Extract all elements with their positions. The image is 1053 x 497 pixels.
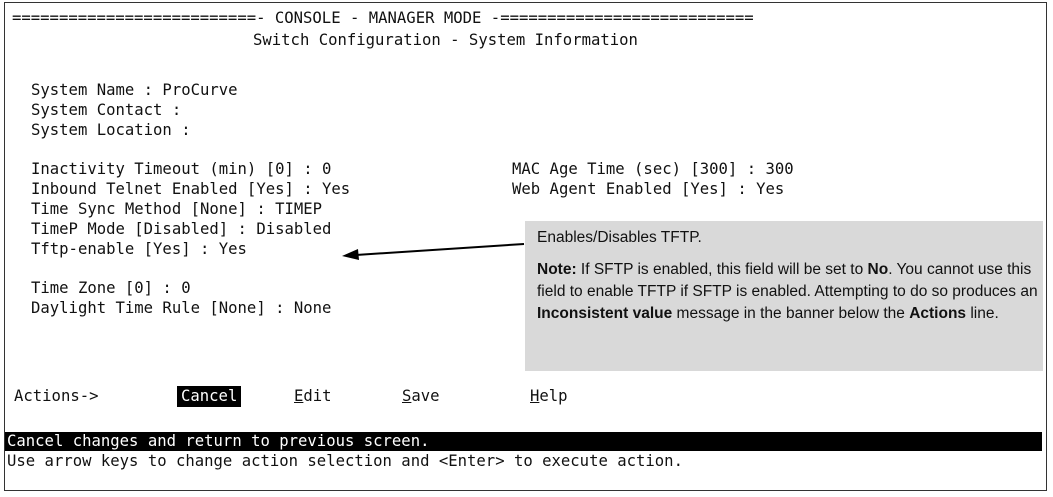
daylight-rule-field[interactable]: Daylight Time Rule [None] : None [31,298,331,319]
tftp-callout: Enables/Disables TFTP. Note: If SFTP is … [525,221,1043,371]
help-button[interactable]: Help [530,386,568,407]
tftp-enable-field[interactable]: Tftp-enable [Yes] : Yes [31,239,247,260]
inactivity-timeout-field[interactable]: Inactivity Timeout (min) [0] : 0 [31,159,331,180]
system-name-field[interactable]: System Name : ProCurve [31,80,238,101]
edit-button[interactable]: Edit [294,386,332,407]
time-zone-field[interactable]: Time Zone [0] : 0 [31,278,191,299]
callout-note: Note: If SFTP is enabled, this field wil… [537,261,1038,322]
action-help-line: Cancel changes and return to previous sc… [5,432,1042,451]
actions-label: Actions-> [14,387,99,405]
console-banner: ==========================- CONSOLE - MA… [12,9,754,27]
time-sync-field[interactable]: Time Sync Method [None] : TIMEP [31,199,322,220]
mac-age-field[interactable]: MAC Age Time (sec) [300] : 300 [512,159,794,180]
inbound-telnet-field[interactable]: Inbound Telnet Enabled [Yes] : Yes [31,179,350,200]
system-location-field[interactable]: System Location : [31,120,191,141]
screen-title: Switch Configuration - System Informatio… [253,31,638,49]
system-contact-field[interactable]: System Contact : [31,100,181,121]
timep-mode-field[interactable]: TimeP Mode [Disabled] : Disabled [31,219,331,240]
callout-arrow-icon [342,243,525,260]
callout-heading: Enables/Disables TFTP. [537,229,702,246]
web-agent-field[interactable]: Web Agent Enabled [Yes] : Yes [512,179,784,200]
navigation-hint: Use arrow keys to change action selectio… [7,452,683,470]
save-button[interactable]: Save [402,386,440,407]
cancel-button[interactable]: Cancel [177,386,242,407]
